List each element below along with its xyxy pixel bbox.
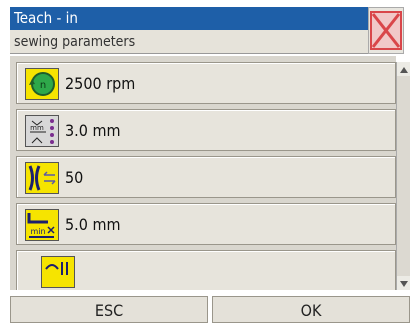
scrollbar[interactable] xyxy=(396,62,410,290)
list-item-speed[interactable]: n 2500 rpm xyxy=(16,62,396,104)
esc-button[interactable]: ESC xyxy=(10,296,208,323)
foot-lift-icon: min xyxy=(25,209,59,241)
stitch-length-value: 3.0 mm xyxy=(65,121,121,140)
speed-value: 2500 rpm xyxy=(65,74,136,93)
foot-lift-value: 5.0 mm xyxy=(65,215,121,234)
svg-text:n: n xyxy=(40,80,46,91)
list-item-thread-cutter[interactable] xyxy=(16,250,396,290)
thread-cutter-icon xyxy=(41,256,75,288)
scroll-up-arrow-icon[interactable] xyxy=(397,62,410,76)
title-bar: Teach - in sewing parameters xyxy=(10,7,368,54)
parameter-list: n 2500 rpm mm 3.0 mm 50 min 5.0 mm xyxy=(10,56,396,290)
close-button[interactable] xyxy=(368,7,404,54)
list-item-stitch-length[interactable]: mm 3.0 mm xyxy=(16,109,396,151)
list-item-foot-lift[interactable]: min 5.0 mm xyxy=(16,203,396,245)
window-title: Teach - in xyxy=(10,7,368,30)
ok-button[interactable]: OK xyxy=(212,296,410,323)
motor-speed-icon: n xyxy=(25,68,59,100)
stitch-length-icon: mm xyxy=(25,115,59,147)
svg-text:min: min xyxy=(30,227,45,236)
window-subtitle: sewing parameters xyxy=(10,30,368,54)
list-item-thread-tension[interactable]: 50 xyxy=(16,156,396,198)
footer-bar: ESC OK xyxy=(10,296,410,323)
scroll-down-arrow-icon[interactable] xyxy=(397,276,410,290)
close-x-icon xyxy=(370,11,402,50)
thread-tension-value: 50 xyxy=(65,168,84,187)
thread-tension-icon xyxy=(25,162,59,194)
